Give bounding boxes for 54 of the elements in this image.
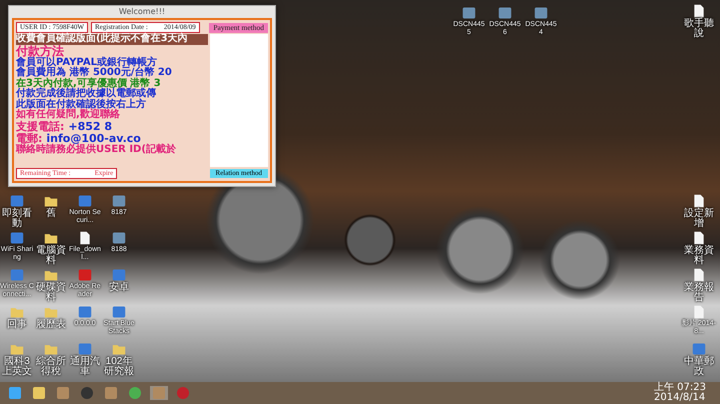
photo-icon[interactable] bbox=[462, 6, 476, 20]
notice-text: 此版面在付款確認後按右上方 bbox=[16, 100, 147, 110]
photo-icon[interactable] bbox=[112, 194, 126, 208]
icon-label: 業務報告 bbox=[683, 283, 715, 303]
notice-text: 會員費用為 港幣 5000元/台幣 20 bbox=[16, 68, 173, 78]
app-icon[interactable] bbox=[78, 342, 92, 356]
taskbar-button[interactable] bbox=[30, 386, 48, 400]
icon-label: 綜合所得稅 bbox=[35, 357, 67, 377]
photo-icon[interactable] bbox=[498, 6, 512, 20]
app-icon bbox=[105, 387, 117, 399]
photo-icon[interactable] bbox=[112, 231, 126, 245]
taskbar-button[interactable] bbox=[6, 386, 24, 400]
app-icon[interactable] bbox=[10, 268, 24, 282]
icon-label: 設定新增 bbox=[683, 209, 715, 229]
icon-label: 102年研究報 bbox=[103, 357, 135, 377]
section-title: 付款方法 bbox=[16, 44, 65, 58]
app-icon bbox=[57, 387, 69, 399]
notice-text: 會員可以PAYPAL或銀行轉帳方 bbox=[16, 58, 158, 68]
taskbar-button[interactable] bbox=[102, 386, 120, 400]
app-icon bbox=[153, 387, 165, 399]
icon-label: 中華郵政 bbox=[683, 357, 715, 377]
app-icon[interactable] bbox=[112, 268, 126, 282]
app-icon[interactable] bbox=[10, 231, 24, 245]
app-icon[interactable] bbox=[10, 194, 24, 208]
icon-label: 業務資料 bbox=[683, 246, 715, 266]
icon-label: 舊 bbox=[45, 209, 57, 219]
taskbar-button[interactable] bbox=[54, 386, 72, 400]
app-icon[interactable] bbox=[692, 342, 706, 356]
app-icon[interactable] bbox=[112, 305, 126, 319]
note-text: 聯絡時請務必提供USER ID(記載於 bbox=[16, 144, 177, 155]
icon-label: 即刻看動 bbox=[1, 209, 33, 229]
taskbar-button[interactable] bbox=[78, 386, 96, 400]
clock-date: 2014/8/14 bbox=[654, 393, 706, 403]
icon-label: 電腦資料 bbox=[35, 246, 67, 266]
icon-label: 國科3上英文 bbox=[1, 357, 33, 377]
icon-label: 安卓 bbox=[108, 283, 130, 293]
email-label: 電郵: bbox=[16, 132, 42, 144]
icon-label: 履歷表 bbox=[35, 320, 67, 330]
heading-text: 收費會員確認版面(此提示不會在3天內 bbox=[16, 34, 208, 44]
app-icon[interactable] bbox=[78, 194, 92, 208]
notice-text: 付款完成後請把收據以電郵或傳 bbox=[16, 89, 157, 99]
app-icon[interactable] bbox=[78, 305, 92, 319]
window-title: Welcome!!! bbox=[118, 6, 166, 18]
clock-time: 上午 07:23 bbox=[654, 383, 706, 393]
icon-label: 通用汽車 bbox=[69, 357, 101, 377]
notice-text: 在3天內付款,可享優惠價 港幣 3 bbox=[16, 78, 162, 88]
notice-text: 如有任何疑問,歡迎聯絡 bbox=[16, 110, 120, 120]
taskbar-button[interactable] bbox=[126, 386, 144, 400]
phone-label: 支援電話: bbox=[16, 120, 64, 132]
phone-number: +852 8 bbox=[68, 120, 112, 132]
email-address: info@100-av.co bbox=[46, 132, 141, 144]
photo-icon[interactable] bbox=[534, 6, 548, 20]
icon-label: 歌手聽說 bbox=[683, 19, 715, 39]
folder-icon bbox=[33, 387, 45, 399]
